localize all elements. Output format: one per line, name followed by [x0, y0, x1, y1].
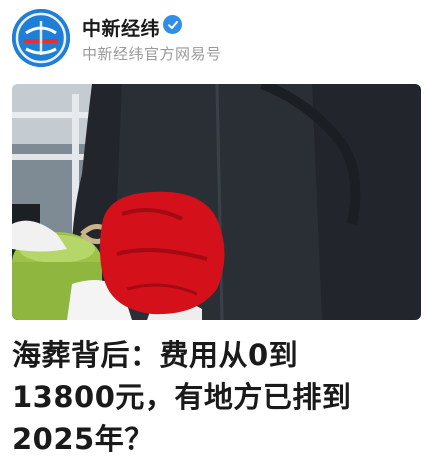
- sea-burial-photo: [12, 84, 421, 320]
- headline-line-1: 海葬背后：费用从0到: [12, 338, 299, 372]
- account-header: 中新经纬 中新经纬官方网易号: [0, 0, 433, 82]
- account-subtitle: 中新经纬官方网易号: [82, 45, 222, 63]
- account-name[interactable]: 中新经纬: [82, 14, 160, 41]
- headline-line-3: 2025年？: [12, 422, 154, 456]
- account-avatar[interactable]: [12, 9, 70, 67]
- headline-line-2: 13800元，有地方已排到: [12, 380, 352, 414]
- zhongxin-jingwei-logo-icon: [12, 9, 70, 67]
- article-photo[interactable]: [12, 84, 421, 320]
- article-headline[interactable]: 海葬背后：费用从0到 13800元，有地方已排到 2025年？: [12, 334, 424, 460]
- verified-check-icon: [163, 15, 182, 34]
